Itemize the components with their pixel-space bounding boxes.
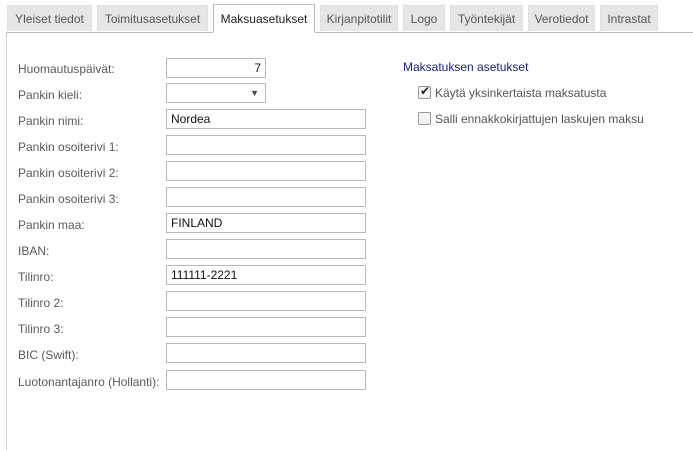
account3-label: Tilinro 3: [18, 322, 64, 336]
bank-country-label: Pankin maa: [18, 218, 85, 232]
payment-settings-title: Maksatuksen asetukset [403, 60, 529, 74]
creditor-id-input[interactable] [166, 370, 366, 390]
allow-prebooked-checkbox[interactable] [418, 112, 431, 125]
account2-label: Tilinro 2: [18, 296, 64, 310]
reminder-days-input[interactable] [166, 58, 266, 78]
account3-input[interactable] [166, 317, 366, 337]
tab-bar: Yleiset tiedot Toimitusasetukset Maksuas… [0, 0, 693, 33]
iban-label: IBAN: [18, 244, 50, 258]
account-label: Tilinro: [18, 270, 54, 284]
bank-address2-input[interactable] [166, 161, 366, 181]
tab-tyontekijat[interactable]: Työntekijät [450, 5, 523, 31]
tab-maksuasetukset[interactable]: Maksuasetukset [213, 4, 315, 33]
tab-yleiset-tiedot[interactable]: Yleiset tiedot [7, 5, 92, 31]
bank-language-label: Pankin kieli: [18, 88, 83, 102]
bic-label: BIC (Swift): [18, 348, 79, 362]
simple-payment-checkbox[interactable]: ✔ [418, 84, 431, 99]
chevron-down-icon: ▼ [250, 88, 259, 98]
tab-logo[interactable]: Logo [403, 5, 445, 31]
tab-intrastat[interactable]: Intrastat [600, 5, 658, 31]
bank-address1-label: Pankin osoiterivi 1: [18, 140, 119, 154]
bank-name-label: Pankin nimi: [18, 114, 84, 128]
bank-country-input[interactable] [166, 213, 366, 233]
reminder-days-label: Huomautuspäivät: [18, 62, 115, 76]
creditor-id-label: Luotonantajanro (Hollanti): [18, 375, 160, 389]
account-input[interactable] [166, 265, 366, 285]
tab-verotiedot[interactable]: Verotiedot [528, 5, 595, 31]
account2-input[interactable] [166, 291, 366, 311]
tab-toimitusasetukset[interactable]: Toimitusasetukset [97, 5, 208, 31]
bank-name-input[interactable] [166, 109, 366, 129]
simple-payment-label: Käytä yksinkertaista maksatusta [435, 86, 607, 100]
iban-input[interactable] [166, 239, 366, 259]
allow-prebooked-label: Salli ennakkokirjattujen laskujen maksu [435, 112, 644, 126]
bic-input[interactable] [166, 343, 366, 363]
bank-address3-label: Pankin osoiterivi 3: [18, 192, 119, 206]
bank-address1-input[interactable] [166, 135, 366, 155]
bank-language-select[interactable]: ▼ [166, 83, 266, 103]
checkmark-icon: ✔ [420, 84, 431, 98]
bank-address2-label: Pankin osoiterivi 2: [18, 166, 119, 180]
bank-address3-input[interactable] [166, 187, 366, 207]
tab-kirjanpitotilit[interactable]: Kirjanpitotilit [320, 5, 398, 31]
